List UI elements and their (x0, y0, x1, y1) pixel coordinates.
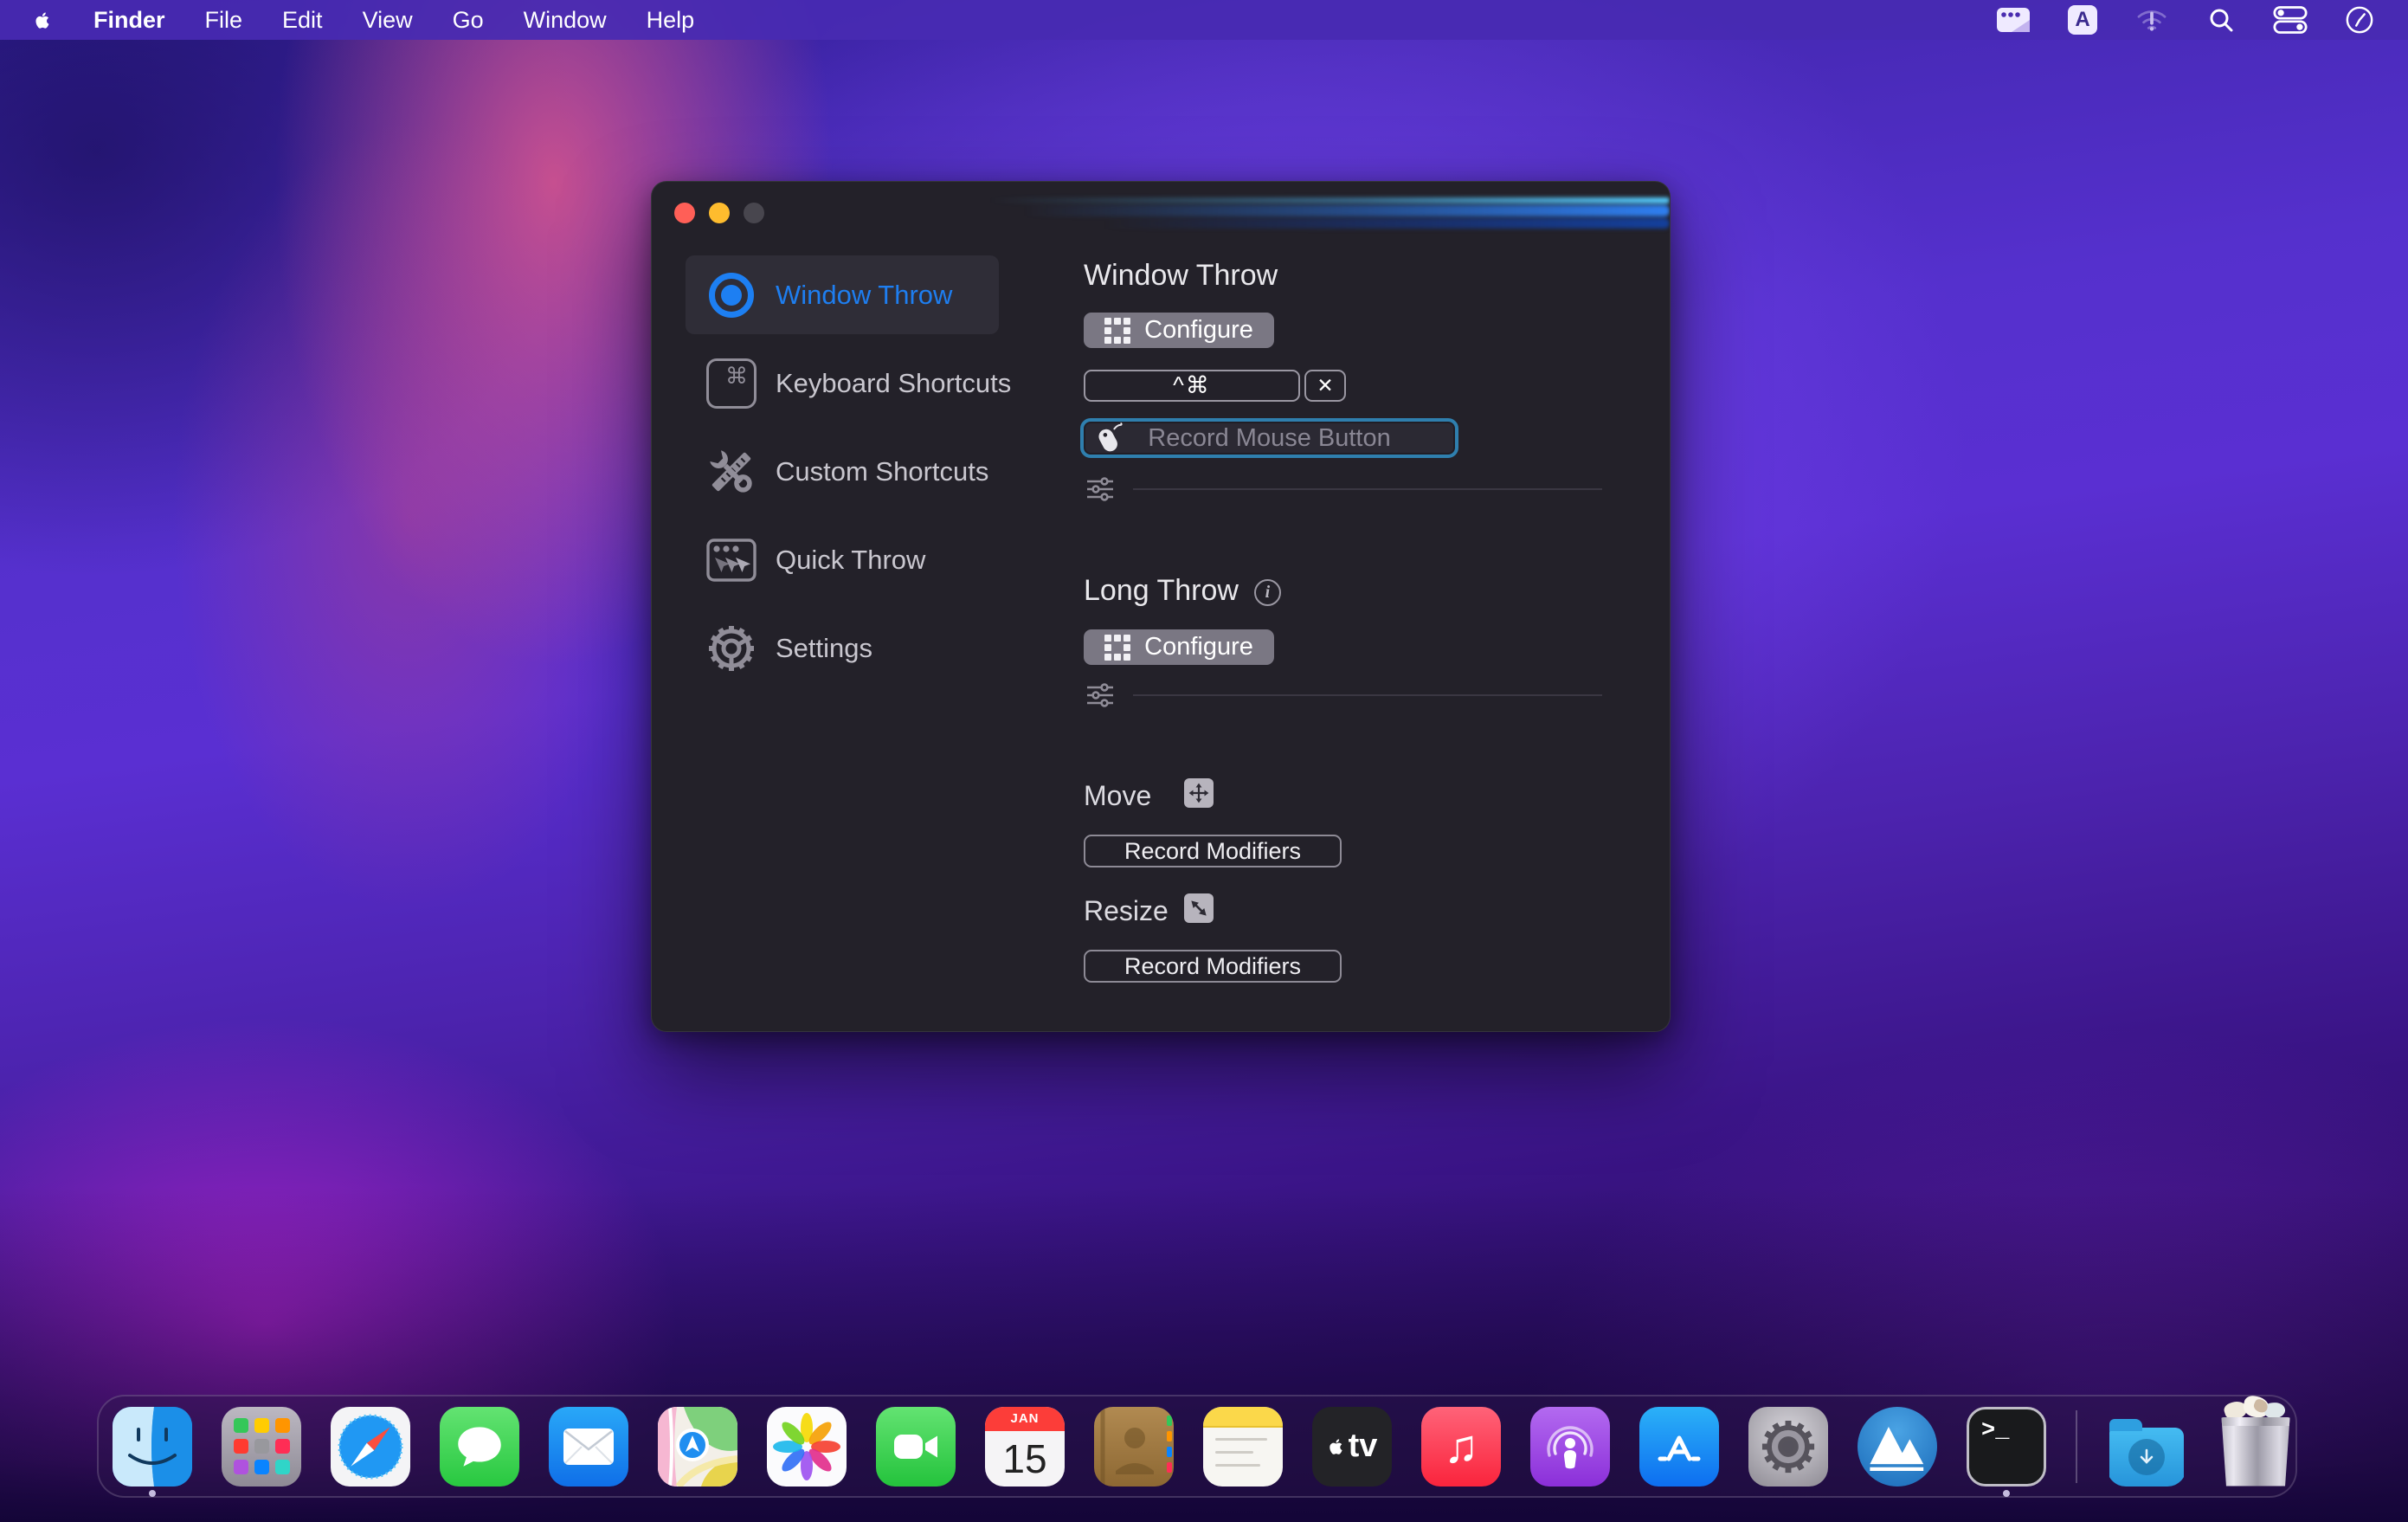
window-cursors-icon (703, 532, 760, 589)
menu-file[interactable]: File (185, 7, 263, 34)
info-icon[interactable]: i (1254, 579, 1281, 606)
sidebar-item-label: Custom Shortcuts (776, 456, 988, 487)
main-content: Window Throw Configure ^⌘ ✕ Record Mouse… (1084, 182, 1670, 1031)
long-throw-configure-button[interactable]: Configure (1084, 629, 1274, 665)
menu-go[interactable]: Go (433, 7, 504, 34)
dock-item-tv[interactable]: tv (1312, 1407, 1392, 1487)
gear-icon (703, 620, 760, 677)
minimize-button[interactable] (709, 203, 730, 223)
dock-item-photos[interactable] (767, 1407, 847, 1487)
dock-item-mail[interactable] (549, 1407, 628, 1487)
dock-item-downloads[interactable] (2107, 1407, 2186, 1487)
tv-label: tv (1349, 1428, 1378, 1465)
trash-paper (2216, 1396, 2295, 1419)
dock-item-music[interactable]: ♫ (1421, 1407, 1501, 1487)
dock-item-mosaic[interactable] (1858, 1407, 1937, 1487)
app-window-icon[interactable] (1996, 5, 2031, 35)
sidebar-item-keyboard-shortcuts[interactable]: ⌘ Keyboard Shortcuts (686, 344, 999, 422)
menu-help[interactable]: Help (627, 7, 715, 34)
traffic-lights (674, 203, 764, 223)
sidebar-item-label: Keyboard Shortcuts (776, 368, 1011, 399)
divider (1133, 488, 1602, 490)
x-icon: ✕ (1317, 374, 1333, 397)
dock-item-messages[interactable] (440, 1407, 519, 1487)
window-throw-configure-button[interactable]: Configure (1084, 313, 1274, 348)
divider (1133, 694, 1602, 696)
terminal-prompt: >_ (1981, 1418, 2009, 1484)
menu-view[interactable]: View (343, 7, 433, 34)
menubar-status-area: A (1996, 5, 2377, 35)
dock-item-podcasts[interactable] (1530, 1407, 1610, 1487)
menu-bar: Finder File Edit View Go Window Help A (0, 0, 2408, 40)
running-indicator (149, 1490, 156, 1497)
dock-item-facetime[interactable] (876, 1407, 956, 1487)
wifi-alert-icon[interactable] (2134, 5, 2169, 35)
grid-icon (1104, 318, 1130, 344)
sidebar-item-label: Settings (776, 633, 872, 664)
dock-item-trash[interactable] (2216, 1407, 2295, 1487)
window-throw-title: Window Throw (1084, 259, 1278, 293)
dock-item-finder[interactable] (113, 1407, 192, 1487)
grid-icon (1104, 635, 1130, 661)
sidebar-item-custom-shortcuts[interactable]: Custom Shortcuts (686, 432, 999, 511)
options-sliders-icon[interactable] (1086, 683, 1114, 709)
sidebar: Window Throw ⌘ Keyboard Shortcuts Custom… (686, 255, 999, 687)
dock-item-system-preferences[interactable] (1748, 1407, 1828, 1487)
menu-edit[interactable]: Edit (262, 7, 343, 34)
mouse-icon (1096, 422, 1124, 455)
move-record-modifiers-button[interactable]: Record Modifiers (1084, 835, 1342, 867)
clock-icon[interactable] (2342, 5, 2377, 35)
music-note-icon: ♫ (1444, 1420, 1479, 1474)
resize-label: Resize (1084, 895, 1169, 927)
input-source-icon[interactable]: A (2065, 5, 2100, 35)
tools-icon (703, 443, 760, 500)
options-sliders-icon[interactable] (1086, 477, 1114, 503)
record-mouse-button-field[interactable]: Record Mouse Button (1080, 418, 1458, 458)
running-indicator (2003, 1490, 2010, 1497)
apple-menu-icon[interactable] (33, 9, 53, 32)
long-throw-title: Long Throwi (1084, 574, 1281, 609)
dock-item-launchpad[interactable] (222, 1407, 301, 1487)
sidebar-item-label: Quick Throw (776, 545, 925, 576)
bullseye-icon (703, 267, 760, 324)
calendar-month: JAN (985, 1407, 1065, 1431)
sidebar-item-settings[interactable]: Settings (686, 609, 999, 687)
dock-item-calendar[interactable]: JAN 15 (985, 1407, 1065, 1487)
dock-item-appstore[interactable] (1639, 1407, 1719, 1487)
dock-separator (2076, 1410, 2077, 1483)
move-arrows-icon (1184, 778, 1214, 808)
sidebar-item-quick-throw[interactable]: Quick Throw (686, 520, 999, 599)
mosaic-preferences-window: Window Throw ⌘ Keyboard Shortcuts Custom… (651, 181, 1671, 1032)
window-throw-shortcut-field[interactable]: ^⌘ (1084, 370, 1300, 402)
spotlight-search-icon[interactable] (2204, 5, 2238, 35)
dock-item-notes[interactable] (1203, 1407, 1283, 1487)
dock-item-contacts[interactable] (1094, 1407, 1174, 1487)
menu-finder[interactable]: Finder (74, 7, 185, 34)
sidebar-item-window-throw[interactable]: Window Throw (686, 255, 999, 334)
dock-item-maps[interactable] (658, 1407, 737, 1487)
resize-record-modifiers-button[interactable]: Record Modifiers (1084, 950, 1342, 983)
zoom-button-disabled (744, 203, 764, 223)
dock: JAN 15 tv (97, 1395, 2297, 1498)
move-label: Move (1084, 780, 1151, 812)
clear-shortcut-button[interactable]: ✕ (1304, 370, 1346, 402)
calendar-day: 15 (985, 1431, 1065, 1487)
resize-arrow-icon (1184, 893, 1214, 923)
sidebar-item-label: Window Throw (776, 280, 952, 311)
control-center-icon[interactable] (2273, 5, 2308, 35)
dock-item-terminal[interactable]: >_ (1967, 1407, 2046, 1487)
close-button[interactable] (674, 203, 695, 223)
dock-item-safari[interactable] (331, 1407, 410, 1487)
command-key-icon: ⌘ (703, 355, 760, 412)
menu-window[interactable]: Window (504, 7, 627, 34)
